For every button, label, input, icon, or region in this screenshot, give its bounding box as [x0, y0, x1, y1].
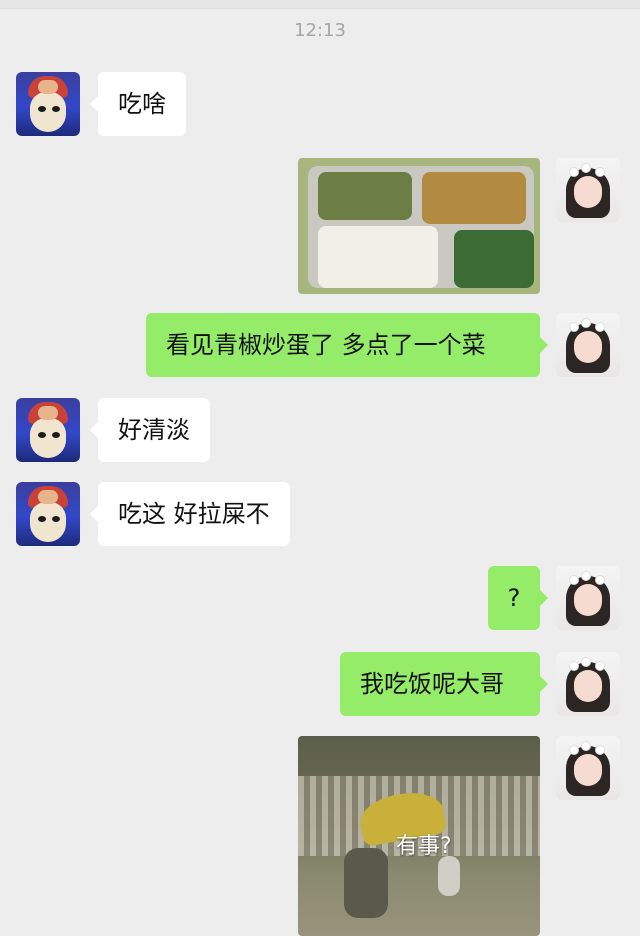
message-bubble[interactable]: ?: [488, 566, 548, 630]
avatar-self[interactable]: [556, 158, 620, 222]
avatar-eye: [38, 516, 46, 522]
message-bubble[interactable]: 我吃饭呢大哥: [340, 652, 548, 716]
avatar-eye: [52, 432, 60, 438]
avatar-face-shape: [574, 584, 602, 616]
avatar-face-shape: [30, 92, 66, 132]
image-caption: 有事?: [396, 834, 452, 859]
avatar-eye: [38, 432, 46, 438]
top-divider: [0, 0, 640, 9]
avatar-flower: [582, 658, 590, 666]
food-compartment: [318, 226, 438, 288]
avatar-eye: [38, 106, 46, 112]
avatar-flower: [582, 319, 590, 327]
message-bubble[interactable]: 看见青椒炒蛋了 多点了一个菜: [146, 313, 548, 377]
avatar-flower: [596, 576, 604, 584]
avatar-face-shape: [574, 754, 602, 786]
avatar-self[interactable]: [556, 652, 620, 716]
avatar-contact[interactable]: [16, 482, 80, 546]
avatar-eye: [52, 516, 60, 522]
avatar-contact[interactable]: [16, 72, 80, 136]
street-person: [438, 856, 460, 896]
avatar-eye: [52, 106, 60, 112]
avatar-hand-shape: [38, 406, 58, 420]
avatar-self[interactable]: [556, 736, 620, 800]
avatar-contact[interactable]: [16, 398, 80, 462]
message-image-street[interactable]: 有事?: [298, 736, 540, 936]
avatar-flower: [596, 168, 604, 176]
avatar-hand-shape: [38, 490, 58, 504]
avatar-flower: [596, 662, 604, 670]
message-bubble[interactable]: 吃啥: [90, 72, 186, 136]
avatar-face-shape: [30, 502, 66, 542]
avatar-flower: [570, 662, 578, 670]
avatar-face-shape: [574, 331, 602, 363]
avatar-hand-shape: [38, 80, 58, 94]
message-bubble[interactable]: 吃这 好拉屎不: [90, 482, 290, 546]
avatar-flower: [570, 323, 578, 331]
food-compartment: [422, 172, 526, 224]
avatar-face-shape: [574, 176, 602, 208]
street-person: [344, 848, 388, 918]
avatar-self[interactable]: [556, 566, 620, 630]
food-tray: [308, 166, 534, 288]
food-compartment: [454, 230, 534, 288]
timestamp: 12:13: [294, 20, 346, 41]
message-bubble[interactable]: 好清淡: [90, 398, 210, 462]
avatar-flower: [570, 746, 578, 754]
avatar-face-shape: [574, 670, 602, 702]
avatar-flower: [582, 572, 590, 580]
avatar-flower: [582, 164, 590, 172]
avatar-flower: [596, 323, 604, 331]
avatar-face-shape: [30, 418, 66, 458]
avatar-flower: [570, 576, 578, 584]
avatar-flower: [570, 168, 578, 176]
avatar-flower: [596, 746, 604, 754]
avatar-self[interactable]: [556, 313, 620, 377]
avatar-flower: [582, 742, 590, 750]
message-image-food[interactable]: [298, 158, 540, 294]
food-compartment: [318, 172, 412, 220]
